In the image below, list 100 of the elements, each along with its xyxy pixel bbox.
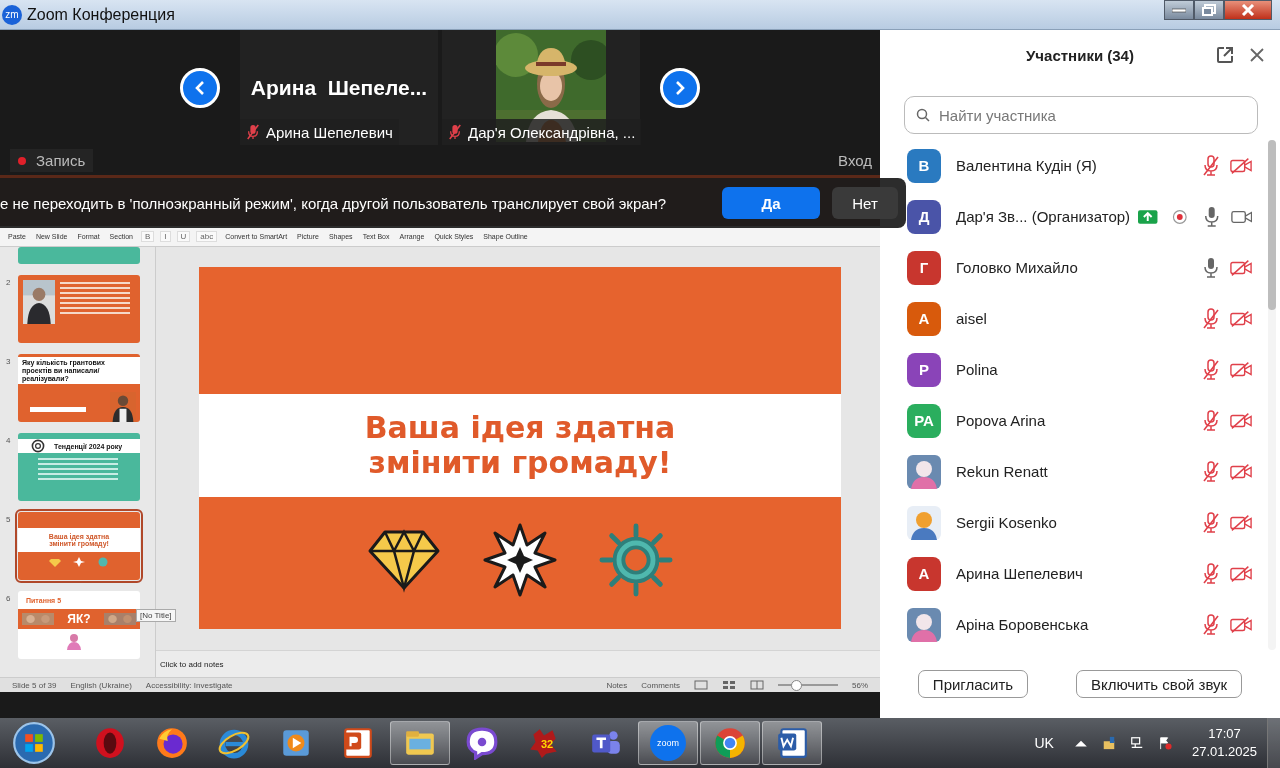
network-icon[interactable]	[1129, 736, 1144, 750]
accessibility-button[interactable]: Accessibility: Investigate	[145, 680, 233, 690]
record-button[interactable]: Запись	[10, 149, 94, 173]
search-icon	[916, 108, 930, 122]
text-style-button[interactable]: abc	[196, 230, 218, 242]
avatar: А	[907, 556, 941, 591]
muted-mic-icon[interactable]	[1200, 613, 1222, 636]
participant-name: Дар'я Олександрівна, ...	[468, 123, 636, 141]
participant-name: aisel	[956, 310, 987, 327]
muted-mic-icon[interactable]	[1200, 154, 1222, 177]
document-icon	[775, 726, 809, 760]
participant-name: Rekun Renatt	[956, 463, 1048, 480]
participant-name: Арина Шепеле...	[250, 75, 428, 101]
slide-number: 2	[5, 278, 12, 288]
enter-label: Вход	[838, 152, 872, 170]
presentation-icon	[341, 726, 375, 760]
panel-button[interactable]: Включить свой звук	[1075, 670, 1243, 698]
slide-title: ЯК?	[67, 612, 91, 627]
taskbar-button[interactable]: zoom	[638, 721, 698, 765]
panel-button[interactable]: Пригласить	[917, 670, 1029, 698]
previous-button[interactable]	[180, 68, 220, 108]
zoom-logo: zm	[2, 4, 22, 25]
next-button[interactable]	[660, 68, 700, 108]
text-lines	[60, 282, 130, 315]
close-icon[interactable]	[1250, 48, 1264, 62]
grid-view-icon[interactable]	[722, 680, 736, 691]
slide-title-line: змінити громаду!	[368, 445, 672, 481]
close-icon	[1241, 4, 1255, 16]
star-icon	[483, 523, 557, 598]
gear-icon	[599, 523, 673, 598]
participant-name: Арина Шепелевич	[956, 565, 1083, 582]
slide-number: 4	[5, 436, 12, 446]
update-icon[interactable]	[1101, 736, 1116, 750]
muted-mic-icon[interactable]	[1200, 358, 1222, 381]
start-button[interactable]	[12, 721, 56, 765]
language-label: English (Ukraine)	[70, 680, 132, 690]
scale-bar	[30, 407, 86, 413]
slide-number: 5	[5, 515, 12, 525]
close-button[interactable]	[1224, 0, 1272, 20]
gear-icon	[30, 438, 46, 455]
taskbar-button[interactable]	[700, 721, 760, 765]
chevron-left-icon	[194, 80, 206, 96]
minimize-button[interactable]	[1164, 0, 1194, 20]
chevron-right-icon	[674, 80, 686, 96]
notes-button[interactable]: Notes	[606, 680, 628, 690]
participant-name: Popova Arina	[956, 412, 1046, 429]
participant-name: Головко Михайло	[956, 259, 1078, 276]
slide-title-line: Ваша ідея здатна	[364, 411, 676, 446]
comments-button[interactable]: Comments	[641, 680, 680, 690]
restore-icon	[1202, 4, 1216, 16]
participant-name: Дар'я Зв... (Организатор)	[956, 208, 1131, 225]
minimize-icon	[1172, 7, 1186, 13]
prompt-text: е не переходить в 'полноэкранный режим', когда другой пользователь транслирует свой экран?	[0, 194, 668, 212]
slide-thumbnail[interactable]	[18, 275, 140, 344]
chat-bubble-icon	[465, 726, 499, 760]
ring-icon	[93, 726, 127, 760]
taskbar-button[interactable]	[390, 721, 450, 765]
pop-out-icon[interactable]	[1216, 46, 1234, 64]
confirm-button[interactable]: Да	[722, 187, 820, 219]
text-style-button[interactable]: U	[176, 230, 191, 242]
avatar: Г	[907, 250, 941, 285]
taskbar-button[interactable]: 32	[514, 721, 574, 765]
wheel-icon	[713, 726, 747, 760]
window-title: Zoom Конференция	[27, 5, 175, 24]
avatar: Д	[907, 199, 941, 234]
reading-view-icon[interactable]	[750, 680, 764, 691]
participant-name: Арина Шепелевич	[266, 123, 393, 141]
text-style-button[interactable]: B	[140, 230, 155, 242]
zoom-percent: 56%	[852, 680, 868, 690]
muted-mic-icon[interactable]	[1200, 307, 1222, 330]
slide-number: 6	[5, 594, 12, 604]
taskbar-button[interactable]	[762, 721, 822, 765]
icons-drawing	[49, 557, 109, 568]
text-style-button[interactable]: I	[160, 230, 171, 242]
language-indicator[interactable]: UK	[1034, 735, 1054, 751]
search-field[interactable]: Найти участника	[904, 96, 1258, 134]
muted-mic-icon[interactable]	[1200, 511, 1222, 534]
scrollbar[interactable]	[1268, 140, 1276, 650]
flag-icon[interactable]	[1157, 736, 1172, 750]
participant-name: Валентина Кудін (Я)	[956, 157, 1097, 174]
decline-button[interactable]: Нет	[832, 187, 898, 219]
slide-counter: Slide 5 of 39	[12, 680, 57, 690]
muted-mic-icon[interactable]	[1200, 460, 1222, 483]
participant-name: Аріна Боровенська	[956, 616, 1089, 633]
muted-mic-icon[interactable]	[1200, 409, 1222, 432]
clock[interactable]: 17:07 27.01.2025	[1191, 725, 1257, 761]
slide-thumbnail[interactable]	[18, 247, 140, 265]
participant-name: Polina	[956, 361, 998, 378]
slide-number: 3	[5, 357, 12, 367]
normal-view-icon[interactable]	[694, 680, 708, 691]
panel-title: Участники (34)	[1026, 46, 1134, 64]
maximize-button[interactable]	[1194, 0, 1224, 20]
avatar: P	[907, 352, 941, 387]
avatar: PA	[907, 403, 941, 438]
notes-field[interactable]: Click to add notes	[160, 659, 224, 669]
participant-name: Sergii Kosenko	[956, 514, 1057, 531]
avatar: В	[907, 148, 941, 183]
muted-mic-icon[interactable]	[1200, 562, 1222, 585]
avatar: A	[907, 301, 941, 336]
tooltip: [No Title]	[136, 609, 176, 623]
